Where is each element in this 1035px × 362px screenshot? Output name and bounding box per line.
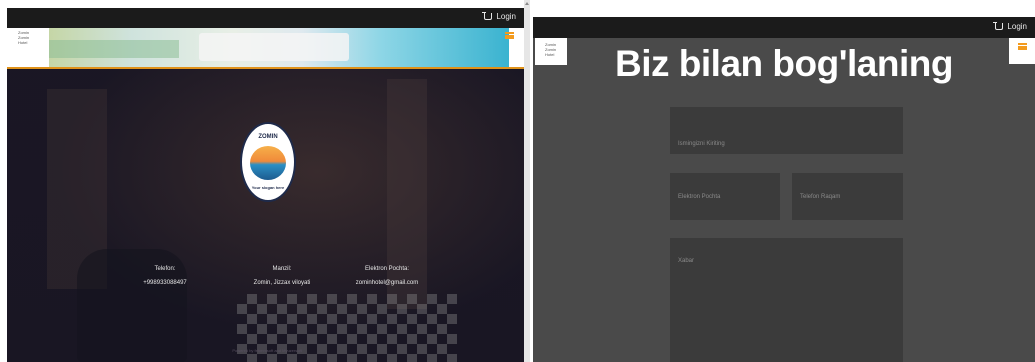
phone-label: Telefon:	[154, 266, 176, 272]
message-placeholder: Xabar	[678, 258, 695, 264]
site-header: Zomin Zomin Hotel	[7, 28, 524, 68]
logo-top-text: ZOMIN	[258, 134, 278, 140]
footer-address: Manzil: Zomin, Jizzax viloyati	[247, 262, 317, 290]
hamburger-icon[interactable]	[505, 32, 514, 39]
login-link[interactable]: Login	[482, 12, 516, 21]
page-title: Biz bilan bog'laning	[615, 43, 953, 84]
email-input[interactable]: Elektron Pochta	[670, 173, 780, 220]
logo-slogan: Your slogan here	[251, 185, 285, 190]
brand-logo[interactable]: Zomin Zomin Hotel	[18, 30, 29, 45]
phone-placeholder: Telefon Raqam	[800, 194, 841, 200]
left-window: Login Zomin Zomin Hotel ZOMIN Your slogan …	[0, 0, 530, 362]
phone-input[interactable]: Telefon Raqam	[792, 173, 903, 220]
address-label: Manzil:	[272, 266, 292, 272]
hero-image	[49, 28, 509, 68]
top-bar: Login	[7, 8, 524, 28]
scrollbar[interactable]	[524, 0, 530, 362]
right-window: Login Zomin Zomin Hotel Biz bilan bog'lani…	[533, 0, 1035, 362]
footer-email: Elektron Pochta: zominhotel@gmail.com	[347, 262, 427, 290]
footer-phone: Telefon: +998933088497	[135, 262, 195, 290]
copyright-text: Powered by fehmmsoft and Myuzersoft	[232, 348, 302, 353]
palm-sunset-icon	[250, 146, 286, 180]
address-value: Zomin, Jizzax viloyati	[253, 280, 311, 286]
login-link[interactable]: Login	[993, 22, 1027, 31]
footer: ZOMIN Your slogan here Telefon: +9989330…	[7, 69, 524, 362]
name-input[interactable]: Ismingizni Kiriting	[670, 107, 903, 154]
top-bar: Login	[533, 17, 1035, 38]
cart-icon	[482, 12, 493, 20]
email-label: Elektron Pochta:	[364, 266, 410, 272]
login-label: Login	[1007, 22, 1027, 31]
name-placeholder: Ismingizni Kiriting	[678, 141, 725, 147]
login-label: Login	[496, 12, 516, 21]
hotel-logo: ZOMIN Your slogan here	[240, 122, 296, 202]
email-value[interactable]: zominhotel@gmail.com	[347, 276, 427, 290]
scroll-up-icon[interactable]	[525, 2, 529, 5]
email-placeholder: Elektron Pochta	[678, 194, 721, 200]
phone-value[interactable]: +998933088497	[135, 276, 195, 290]
message-textarea[interactable]: Xabar	[670, 238, 903, 362]
cart-icon	[993, 22, 1004, 30]
